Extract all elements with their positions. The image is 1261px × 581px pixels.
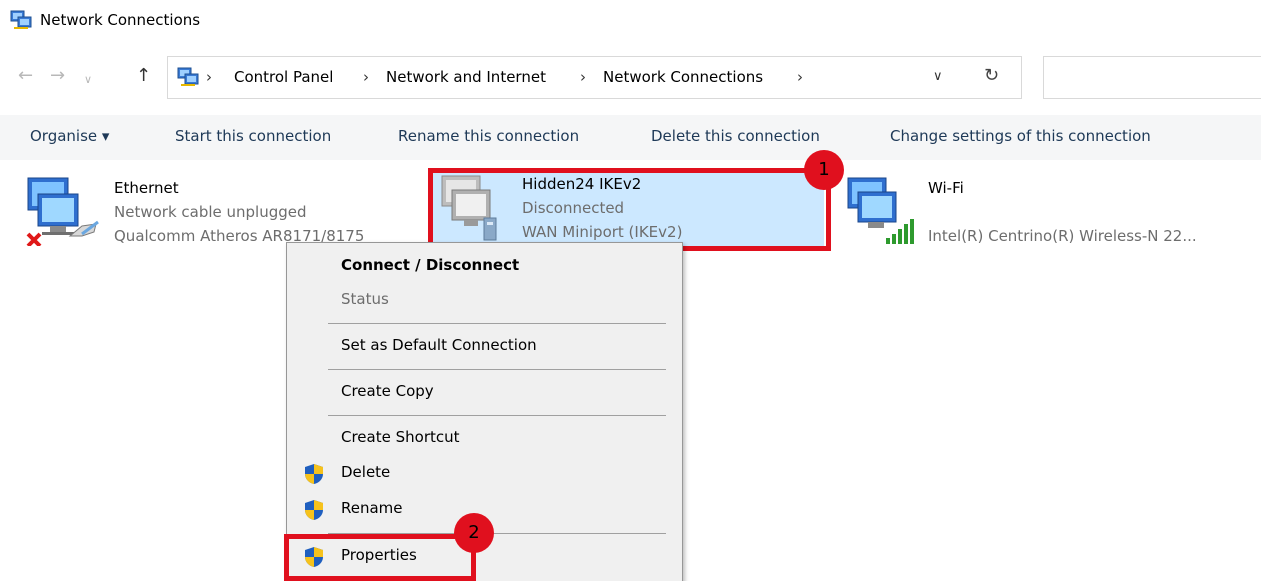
menu-create-copy[interactable]: Create Copy [287, 375, 682, 409]
menu-separator [328, 323, 666, 324]
breadcrumb-network-connections[interactable]: Network Connections [603, 68, 763, 86]
menu-label: Delete [341, 463, 391, 481]
menu-create-shortcut[interactable]: Create Shortcut [287, 421, 682, 455]
menu-delete[interactable]: Delete [287, 456, 682, 490]
forward-arrow-icon[interactable]: → [50, 65, 65, 87]
uac-shield-icon [305, 500, 323, 520]
search-input[interactable] [1043, 56, 1261, 99]
breadcrumb-separator-icon[interactable]: › [797, 68, 803, 86]
breadcrumb-separator-icon: › [363, 68, 369, 86]
menu-status: Status [287, 283, 682, 317]
menu-label: Status [341, 290, 389, 308]
address-dropdown-icon[interactable]: ∨ [933, 69, 943, 84]
connection-name: Wi-Fi [928, 179, 964, 197]
step-2-highlight [284, 534, 476, 581]
connection-status: Network cable unplugged [114, 203, 307, 221]
step-1-highlight [428, 168, 831, 251]
menu-separator [328, 369, 666, 370]
command-toolbar: Organise ▾ Start this connection Rename … [0, 115, 1261, 160]
breadcrumb-network-and-internet[interactable]: Network and Internet [386, 68, 546, 86]
step-1-badge: 1 [804, 150, 844, 190]
breadcrumb-separator-icon: › [206, 68, 212, 86]
connection-name: Ethernet [114, 179, 179, 197]
menu-label: Connect / Disconnect [341, 256, 520, 274]
chevron-down-icon[interactable]: ∨ [84, 69, 92, 91]
window-title: Network Connections [40, 11, 201, 29]
back-arrow-icon[interactable]: ← [18, 65, 33, 87]
organise-button[interactable]: Organise ▾ [30, 127, 109, 145]
connection-wifi[interactable]: Wi-Fi Intel(R) Centrino(R) Wireless-N 22… [844, 176, 1244, 248]
menu-set-default-connection[interactable]: Set as Default Connection [287, 329, 682, 363]
menu-separator [328, 415, 666, 416]
change-settings-button[interactable]: Change settings of this connection [890, 127, 1151, 145]
address-bar[interactable]: › Control Panel › Network and Internet ›… [167, 56, 1022, 99]
breadcrumb-separator-icon: › [580, 68, 586, 86]
start-connection-button[interactable]: Start this connection [175, 127, 331, 145]
control-panel-icon [177, 67, 199, 86]
title-bar: Network Connections [0, 0, 1261, 42]
navigation-bar: ← → ∨ ↑ › Control Panel › Network and In… [0, 50, 1261, 106]
menu-label: Set as Default Connection [341, 336, 537, 354]
delete-connection-button[interactable]: Delete this connection [651, 127, 820, 145]
connection-ethernet[interactable]: Ethernet Network cable unplugged Qualcom… [24, 176, 404, 248]
wifi-signal-icon [847, 177, 914, 244]
step-2-badge: 2 [454, 513, 494, 553]
up-arrow-icon[interactable]: ↑ [136, 65, 151, 87]
breadcrumb-control-panel[interactable]: Control Panel [234, 68, 333, 86]
menu-label: Create Copy [341, 382, 434, 400]
menu-label: Rename [341, 499, 403, 517]
ethernet-disconnected-icon [26, 177, 99, 246]
rename-connection-button[interactable]: Rename this connection [398, 127, 579, 145]
connection-device: Intel(R) Centrino(R) Wireless-N 22... [928, 227, 1197, 245]
menu-label: Create Shortcut [341, 428, 460, 446]
refresh-icon[interactable]: ↻ [984, 65, 999, 86]
menu-connect-disconnect[interactable]: Connect / Disconnect [287, 249, 682, 283]
network-connections-icon [10, 10, 32, 29]
uac-shield-icon [305, 464, 323, 484]
